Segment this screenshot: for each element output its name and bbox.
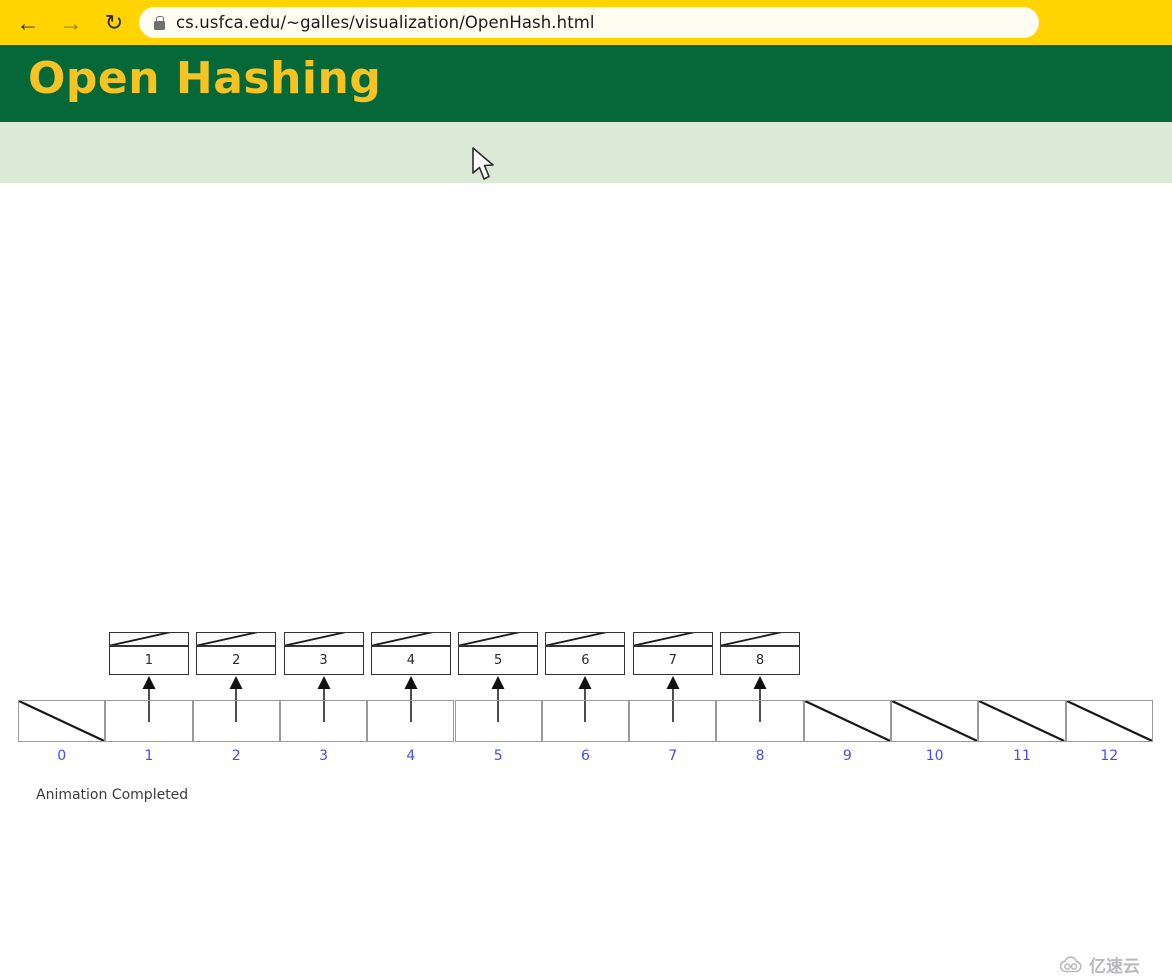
hash-table-cell[interactable] bbox=[891, 700, 979, 742]
hash-table-index-label: 6 bbox=[580, 748, 590, 764]
hash-table-cell[interactable] bbox=[541, 700, 630, 742]
hash-table-index-label: 4 bbox=[406, 748, 416, 764]
node-next-pointer bbox=[632, 632, 713, 646]
hash-table-index-label: 10 bbox=[925, 748, 944, 764]
hash-table-index-label: 2 bbox=[231, 748, 241, 764]
hash-table-cell[interactable] bbox=[367, 700, 455, 742]
node-next-pointer bbox=[283, 632, 364, 646]
null-slash-icon bbox=[109, 632, 189, 646]
status-text: Animation Completed bbox=[36, 787, 189, 803]
node-value: 3 bbox=[283, 646, 364, 675]
linked-list-node[interactable]: 1 bbox=[108, 632, 189, 675]
linked-list-node[interactable]: 6 bbox=[545, 632, 626, 675]
hash-table-index-label: 11 bbox=[1013, 748, 1031, 764]
linked-list-node[interactable]: 8 bbox=[720, 632, 801, 675]
page-title: Open Hashing bbox=[28, 53, 382, 104]
node-next-pointer bbox=[458, 632, 539, 646]
hash-table-index-label: 1 bbox=[144, 748, 154, 764]
hash-table-index-label: 3 bbox=[319, 748, 328, 764]
linked-list-node[interactable]: 7 bbox=[632, 632, 713, 675]
node-value: 1 bbox=[108, 646, 189, 675]
null-slash-icon bbox=[1067, 701, 1152, 741]
browser-toolbar: ← → ↻ cs.usfca.edu/~galles/visualization… bbox=[0, 0, 1172, 45]
hash-table-cell[interactable] bbox=[18, 700, 106, 742]
hash-table-cell[interactable] bbox=[279, 700, 368, 742]
watermark-text: 亿速云 bbox=[1089, 957, 1140, 977]
lock-icon bbox=[153, 15, 165, 30]
node-next-pointer bbox=[545, 632, 626, 646]
linked-list-node[interactable]: 5 bbox=[458, 632, 539, 675]
null-slash-icon bbox=[284, 632, 364, 646]
hash-table-index-label: 8 bbox=[755, 748, 765, 764]
linked-list-node[interactable]: 2 bbox=[196, 632, 277, 675]
null-slash-icon bbox=[633, 632, 713, 646]
null-slash-icon bbox=[196, 632, 276, 646]
hash-table-cell[interactable] bbox=[629, 700, 717, 742]
hash-table-cell[interactable] bbox=[978, 700, 1066, 742]
node-next-pointer bbox=[370, 632, 451, 646]
node-value: 7 bbox=[632, 646, 713, 675]
hash-table-cell[interactable] bbox=[192, 700, 280, 742]
node-value: 6 bbox=[545, 646, 626, 675]
linked-list-node[interactable]: 3 bbox=[283, 632, 364, 675]
node-value: 2 bbox=[196, 646, 277, 675]
node-value: 8 bbox=[720, 646, 801, 675]
null-slash-icon bbox=[458, 632, 538, 646]
hash-table-cell[interactable] bbox=[105, 700, 193, 742]
null-slash-icon bbox=[720, 632, 800, 646]
hash-table-cell[interactable] bbox=[1065, 700, 1153, 742]
null-slash-icon bbox=[19, 701, 104, 741]
node-next-pointer bbox=[196, 632, 277, 646]
arrow-left-icon[interactable]: ← bbox=[14, 9, 42, 37]
watermark: 亿速云 bbox=[1058, 952, 1140, 977]
null-slash-icon bbox=[371, 632, 451, 646]
null-slash-icon bbox=[979, 701, 1064, 741]
hash-table-cell[interactable] bbox=[454, 700, 542, 742]
address-bar[interactable]: cs.usfca.edu/~galles/visualization/OpenH… bbox=[139, 7, 1039, 38]
node-value: 4 bbox=[370, 646, 451, 675]
null-slash-icon bbox=[892, 701, 977, 741]
null-slash-icon bbox=[805, 701, 890, 741]
hash-table-index-label: 5 bbox=[493, 748, 503, 764]
hash-table-index-label: 0 bbox=[57, 748, 67, 764]
mouse-pointer-icon bbox=[471, 146, 501, 189]
page-header: Open Hashing bbox=[0, 45, 1172, 122]
node-next-pointer bbox=[108, 632, 189, 646]
hash-table-cell[interactable] bbox=[803, 700, 891, 742]
cloud-icon bbox=[1059, 955, 1082, 972]
null-slash-icon bbox=[545, 632, 625, 646]
hash-table-index-label: 9 bbox=[842, 748, 852, 764]
node-next-pointer bbox=[720, 632, 801, 646]
hash-table-index-label: 12 bbox=[1100, 748, 1119, 764]
linked-list-node[interactable]: 4 bbox=[370, 632, 451, 675]
arrow-right-icon[interactable]: → bbox=[57, 9, 85, 37]
hash-table-index-label: 7 bbox=[668, 748, 678, 764]
reload-icon[interactable]: ↻ bbox=[100, 9, 128, 37]
url-text: cs.usfca.edu/~galles/visualization/OpenH… bbox=[176, 13, 595, 32]
visualization-canvas: 12345678 0 1 2 3 4 5 6 7 8 9 10 11 12 Animation Comp… bbox=[0, 183, 1172, 977]
controls-toolbar: Insert Delete Find Hash Integer Hash Str… bbox=[0, 122, 1172, 300]
node-value: 5 bbox=[458, 646, 539, 675]
hash-table-cell[interactable] bbox=[716, 700, 804, 742]
